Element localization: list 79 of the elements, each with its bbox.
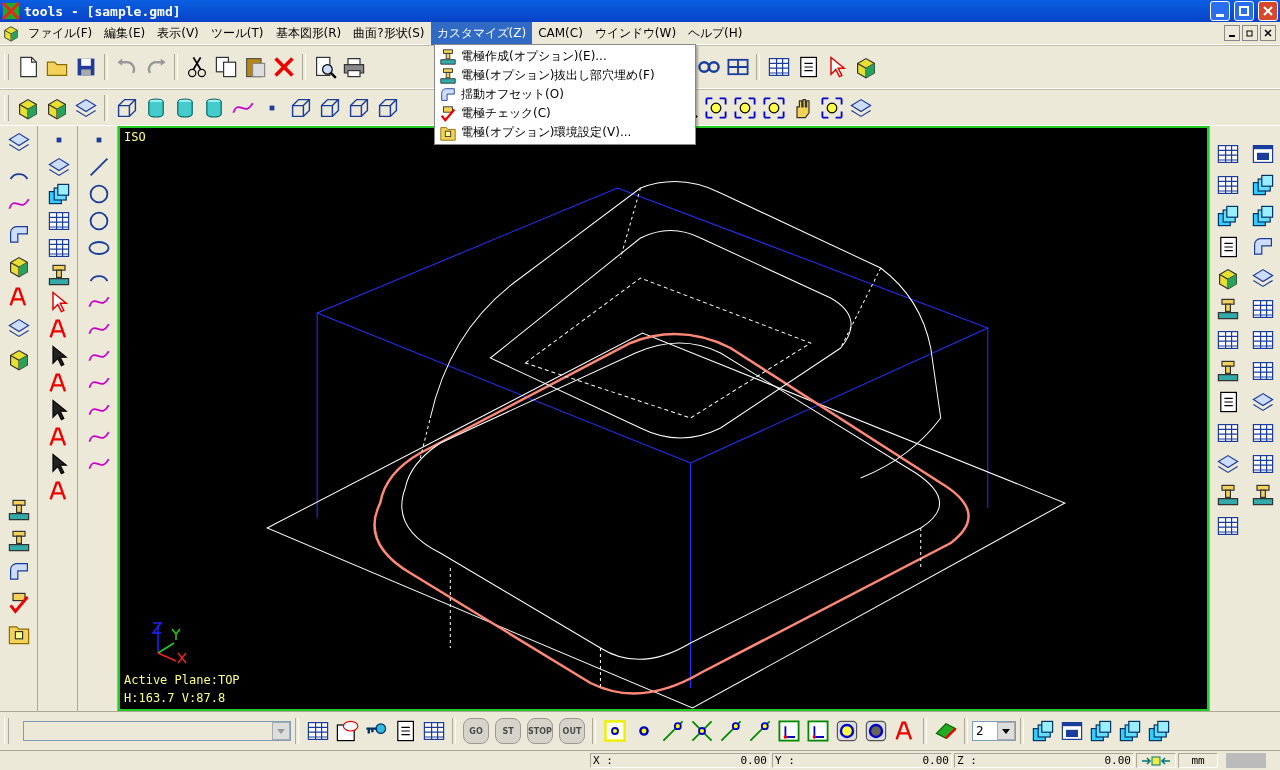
menu-item[interactable]: 曲面?形状(S) — [347, 21, 431, 45]
restore-icon — [1245, 28, 1255, 38]
snap-line-icon[interactable] — [718, 719, 743, 743]
layers-icon[interactable] — [1117, 719, 1142, 743]
window-icon[interactable] — [1059, 719, 1084, 743]
snap-cross-icon[interactable] — [689, 719, 714, 743]
restore-icon — [1236, 3, 1252, 19]
layer-select[interactable]: 2 — [972, 721, 1016, 741]
electrode-icon[interactable] — [6, 528, 31, 553]
menu-item[interactable]: 表示(V) — [151, 21, 205, 45]
minimize-button[interactable] — [1224, 25, 1240, 41]
zoom-frame-icon[interactable] — [761, 95, 786, 120]
menu-entry[interactable]: 電極(オプション)抜出し部穴埋め(F) — [435, 66, 695, 85]
table-icon[interactable] — [421, 719, 446, 743]
coordinate-value: 0.00 — [922, 754, 949, 767]
table-icon[interactable] — [766, 55, 791, 79]
snap-origin-icon[interactable] — [805, 719, 830, 743]
coordinate-value: 0.00 — [1104, 754, 1131, 767]
menu-item[interactable]: ファイル(F) — [22, 21, 99, 45]
electrode-icon[interactable] — [1250, 482, 1275, 507]
snap-grid-icon[interactable] — [602, 719, 627, 743]
menu-item[interactable]: ウインドウ(W) — [588, 21, 683, 45]
layers-icon[interactable] — [1030, 719, 1055, 743]
electrode-icon[interactable] — [1215, 358, 1240, 383]
electrode-icon — [439, 66, 457, 85]
document-cube-icon[interactable] — [2, 24, 20, 42]
cursor-readout: H:163.7 V:87.8 — [124, 691, 226, 705]
snap-line-icon[interactable] — [660, 719, 685, 743]
restore-button[interactable] — [1242, 25, 1258, 41]
menu-item[interactable]: カスタマイズ(Z) — [430, 21, 533, 45]
minimize-icon — [1229, 35, 1235, 37]
minimize-icon — [1216, 13, 1224, 17]
window-title: tools - [sample.gmd] — [24, 3, 182, 19]
coordinate-value: 0.00 — [740, 754, 767, 767]
active-plane-label: Active Plane:TOP — [124, 673, 240, 687]
copy-icon[interactable] — [213, 55, 238, 79]
axis-label: X : — [593, 754, 613, 767]
view-name-label: ISO — [124, 130, 146, 144]
layers-icon[interactable] — [46, 181, 71, 206]
close-button[interactable] — [1260, 25, 1276, 41]
electrode-icon — [439, 47, 457, 66]
close-icon — [1263, 28, 1273, 38]
table-icon[interactable] — [305, 719, 330, 743]
ring-icon[interactable] — [834, 719, 859, 743]
axis-triad-icon — [150, 621, 190, 665]
dot-ring-icon[interactable] — [863, 719, 888, 743]
menu-entry[interactable]: 揺動オフセット(O) — [435, 85, 695, 104]
menu-item[interactable]: ツール(T) — [204, 21, 270, 45]
check-icon — [439, 104, 457, 123]
status-panel — [1226, 753, 1266, 768]
electrode-icon[interactable] — [1215, 296, 1240, 321]
menu-entry[interactable]: 電極チェック(C) — [435, 104, 695, 123]
snap-line-icon[interactable] — [747, 719, 772, 743]
electrode-icon[interactable] — [1215, 482, 1240, 507]
app-logo-icon — [2, 2, 20, 20]
menu-item[interactable]: 基本図形(R) — [269, 21, 348, 45]
layers-icon[interactable] — [1215, 203, 1240, 228]
zoom-frame-icon[interactable] — [819, 95, 844, 120]
unit-label: mm — [1178, 753, 1218, 768]
layers-icon[interactable] — [1146, 719, 1171, 743]
zoom-frame-icon[interactable] — [703, 95, 728, 120]
snap-arrows-icon — [1141, 754, 1171, 767]
axis-label: Z : — [957, 754, 977, 767]
layers-icon[interactable] — [1088, 719, 1113, 743]
chat-icon[interactable] — [334, 719, 359, 743]
zoom-frame-icon[interactable] — [732, 95, 757, 120]
menu-item[interactable]: ヘルプ(H) — [682, 21, 749, 45]
axis-label: Y : — [775, 754, 795, 767]
menu-item[interactable]: CAM(C) — [532, 23, 589, 43]
menu-entry[interactable]: 電極作成(オプション)(E)... — [435, 47, 695, 66]
snap-origin-icon[interactable] — [776, 719, 801, 743]
electrode-icon[interactable] — [6, 497, 31, 522]
offset-icon — [439, 85, 457, 104]
layers-icon[interactable] — [1250, 203, 1275, 228]
layers-icon[interactable] — [1250, 172, 1275, 197]
menu-entry[interactable]: 電極(オプション)環境設定(V)... — [435, 123, 695, 142]
printer-icon[interactable] — [341, 55, 366, 79]
electrode-icon[interactable] — [46, 262, 71, 287]
menu-item[interactable]: 編集(E) — [98, 21, 152, 45]
